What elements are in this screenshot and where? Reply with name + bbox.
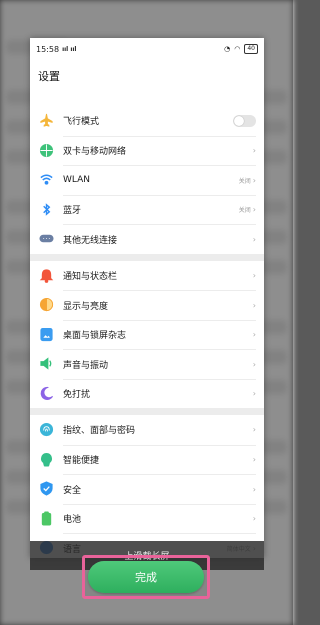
chevron-right-icon: › (252, 425, 256, 435)
chevron-right-icon: › (252, 359, 256, 369)
settings-row[interactable]: 桌面与锁屏杂志 › (30, 319, 264, 350)
settings-row-label: 安全 (63, 485, 82, 496)
done-highlight: 完成 (82, 555, 210, 599)
settings-row-label: 飞行模式 (63, 117, 100, 128)
settings-row-label: 双卡与移动网络 (63, 147, 127, 158)
chevron-right-icon: › (252, 175, 256, 185)
wifi-status-icon: ◠ (234, 45, 241, 53)
chevron-right-icon: › (252, 270, 256, 280)
more-connections-icon (39, 231, 54, 246)
settings-row[interactable]: 蓝牙 关闭 › (30, 194, 264, 225)
status-time: 15:58 (36, 44, 60, 54)
brightness-icon (39, 297, 54, 312)
chevron-right-icon: › (252, 300, 256, 310)
settings-row-label: 其他无线连接 (63, 235, 118, 246)
chevron-right-icon: › (252, 484, 256, 494)
screenshot-preview[interactable]: 15:58 ııl ııl ◔ ◠ 40 设置 飞行模式 双卡与移动网络 › WLAN… (30, 38, 264, 558)
airplane-icon (39, 113, 54, 128)
settings-list: 飞行模式 双卡与移动网络 › WLAN 关闭 › 蓝牙 关闭 › 其他无线连接 › 通知与状态栏 › 显示… (30, 106, 264, 558)
settings-row[interactable]: 声音与振动 › (30, 349, 264, 379)
airplane-mode-toggle[interactable] (233, 114, 256, 127)
chevron-right-icon: › (252, 389, 256, 399)
chevron-right-icon: › (252, 514, 256, 524)
battery-icon: 40 (244, 44, 258, 54)
fingerprint-icon (39, 422, 54, 437)
settings-row-label: 蓝牙 (63, 206, 82, 217)
chevron-right-icon: › (252, 455, 256, 465)
settings-row-label: 指纹、面部与密码 (63, 426, 136, 437)
battery-icon (39, 511, 54, 526)
settings-group: 飞行模式 双卡与移动网络 › WLAN 关闭 › 蓝牙 关闭 › 其他无线连接 › (30, 106, 264, 254)
shield-icon (39, 481, 54, 496)
wifi-icon (39, 172, 54, 187)
chevron-right-icon: › (252, 234, 256, 244)
settings-row-label: 声音与振动 (63, 360, 109, 371)
alarm-icon: ◔ (224, 45, 231, 53)
bell-icon (39, 268, 54, 283)
settings-row-value: 关闭 (238, 177, 251, 185)
settings-row-label: 显示与亮度 (63, 301, 109, 312)
chevron-right-icon: › (252, 205, 256, 215)
status-bar: 15:58 ııl ııl ◔ ◠ 40 (30, 38, 264, 60)
settings-row[interactable]: 智能便捷 › (30, 444, 264, 475)
settings-row[interactable]: WLAN 关闭 › (30, 165, 264, 195)
settings-row-label: 电池 (63, 515, 82, 526)
settings-row[interactable]: 电池 › (30, 503, 264, 534)
settings-row-label: 桌面与锁屏杂志 (63, 331, 127, 342)
settings-row[interactable]: 安全 › (30, 474, 264, 504)
settings-row[interactable]: 指纹、面部与密码 › (30, 415, 264, 445)
settings-row[interactable]: 其他无线连接 › (30, 224, 264, 254)
chevron-right-icon: › (252, 330, 256, 340)
chevron-right-icon: › (252, 146, 256, 156)
settings-group: 通知与状态栏 › 显示与亮度 › 桌面与锁屏杂志 › 声音与振动 › 免打扰 › (30, 260, 264, 409)
settings-row-label: 通知与状态栏 (63, 271, 118, 282)
smart-icon (39, 452, 54, 467)
settings-row[interactable]: 双卡与移动网络 › (30, 135, 264, 166)
globe-icon (39, 143, 54, 158)
page-title-bar: 设置 (30, 60, 264, 106)
signal-icon: ııl ııl (62, 45, 77, 53)
settings-row-label: WLAN (63, 175, 91, 186)
settings-row-label: 免打扰 (63, 390, 91, 401)
speaker-icon (39, 356, 54, 371)
done-label: 完成 (135, 571, 157, 584)
settings-row-label: 智能便捷 (63, 456, 100, 467)
bluetooth-icon (39, 202, 54, 217)
wallpaper-icon (39, 327, 54, 342)
settings-row[interactable]: 通知与状态栏 › (30, 261, 264, 291)
done-button[interactable]: 完成 (88, 561, 204, 593)
settings-group: 指纹、面部与密码›智能便捷›安全›电池›A语言简体中文›其他设置› (30, 415, 264, 558)
settings-row[interactable]: 显示与亮度 › (30, 290, 264, 320)
page-title: 设置 (38, 70, 60, 83)
settings-row[interactable]: 免打扰 › (30, 378, 264, 409)
settings-row[interactable]: 飞行模式 (30, 106, 264, 136)
moon-icon (39, 386, 54, 401)
settings-row-value: 关闭 (238, 207, 251, 215)
